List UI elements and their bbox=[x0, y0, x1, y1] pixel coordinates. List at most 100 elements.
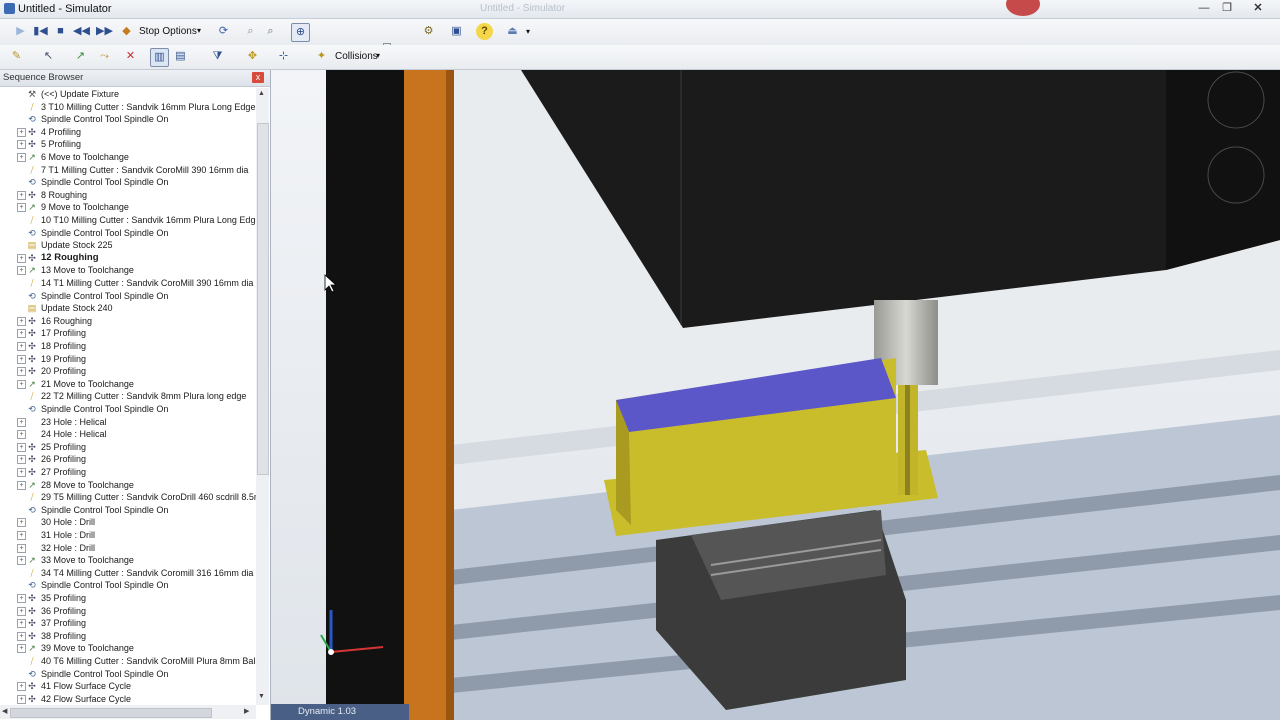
sequence-item[interactable]: ⟲ Spindle Control Tool Spindle On bbox=[0, 579, 256, 592]
sequence-item[interactable]: ⟲ Spindle Control Tool Spindle On bbox=[0, 290, 256, 303]
select-tool-icon[interactable]: ✎ bbox=[8, 48, 25, 65]
sequence-browser-close-button[interactable]: x bbox=[252, 72, 264, 83]
collisions-dropdown[interactable]: Collisions bbox=[335, 51, 378, 62]
help-icon[interactable]: ? bbox=[476, 23, 493, 40]
expand-icon[interactable]: + bbox=[17, 619, 26, 629]
expand-icon[interactable]: + bbox=[17, 253, 26, 263]
sequence-item[interactable]: +24 Hole : Helical bbox=[0, 428, 256, 441]
expand-icon[interactable]: + bbox=[17, 531, 26, 540]
sequence-item[interactable]: ⟲ Spindle Control Tool Spindle On bbox=[0, 668, 256, 681]
save-icon[interactable]: ▣ bbox=[448, 23, 465, 40]
expand-icon[interactable]: + bbox=[17, 606, 26, 616]
sequence-item[interactable]: ⟲ Spindle Control Tool Spindle On bbox=[0, 113, 256, 126]
sequence-item[interactable]: + ↗ 13 Move to Toolchange bbox=[0, 264, 256, 277]
expand-icon[interactable]: + bbox=[17, 367, 26, 377]
scroll-left-icon[interactable]: ◀ bbox=[2, 707, 7, 715]
maximize-button[interactable]: ❐ bbox=[1216, 0, 1238, 17]
expand-icon[interactable]: + bbox=[17, 203, 26, 213]
stop-icon[interactable]: ■ bbox=[52, 23, 69, 40]
settings-gear-icon[interactable]: ⚙ bbox=[420, 23, 437, 40]
expand-icon[interactable]: + bbox=[17, 694, 26, 704]
expand-icon[interactable]: + bbox=[17, 316, 26, 326]
sequence-item[interactable]: + ✣ 37 Profiling bbox=[0, 617, 256, 630]
zoom-window-icon[interactable]: ⌕ bbox=[262, 23, 279, 40]
sequence-item[interactable]: ⚒ (<<) Update Fixture bbox=[0, 88, 256, 101]
simulation-viewport[interactable]: Dynamic 1.03 bbox=[271, 70, 1280, 720]
sequence-item[interactable]: +30 Hole : Drill bbox=[0, 516, 256, 529]
sequence-item[interactable]: + ✣ 4 Profiling bbox=[0, 126, 256, 139]
rewind-icon[interactable]: ◀◀ bbox=[73, 23, 90, 40]
sequence-item[interactable]: ▤ Update Stock 225 bbox=[0, 239, 256, 252]
sequence-item[interactable]: + ✣ 41 Flow Surface Cycle bbox=[0, 680, 256, 693]
sequence-item[interactable]: ⟲ Spindle Control Tool Spindle On bbox=[0, 403, 256, 416]
hscrollbar-thumb[interactable] bbox=[10, 708, 212, 718]
sequence-item[interactable]: + ✣ 20 Profiling bbox=[0, 365, 256, 378]
collisions-icon[interactable]: ✦ bbox=[313, 48, 330, 65]
expand-icon[interactable]: + bbox=[17, 127, 26, 137]
sequence-item[interactable]: + ✣ 36 Profiling bbox=[0, 605, 256, 618]
sequence-item[interactable]: ⧸ 14 T1 Milling Cutter : Sandvik CoroMill… bbox=[0, 277, 256, 290]
zoom-icon[interactable]: ⌕ bbox=[242, 23, 259, 40]
expand-icon[interactable]: + bbox=[17, 266, 26, 276]
sequence-item[interactable]: + ✣ 8 Roughing bbox=[0, 189, 256, 202]
sequence-item[interactable]: + ↗ 39 Move to Toolchange bbox=[0, 642, 256, 655]
expand-icon[interactable]: + bbox=[17, 190, 26, 200]
fit-view-icon[interactable]: ⊕ bbox=[291, 23, 310, 42]
expand-icon[interactable]: + bbox=[17, 354, 26, 364]
expand-icon[interactable]: + bbox=[17, 682, 26, 692]
sequence-item[interactable]: ⧸ 29 T5 Milling Cutter : Sandvik CoroDril… bbox=[0, 491, 256, 504]
expand-icon[interactable]: + bbox=[17, 153, 26, 162]
sequence-item[interactable]: + ↗ 9 Move to Toolchange bbox=[0, 201, 256, 214]
close-button[interactable]: ✕ bbox=[1244, 0, 1272, 17]
fast-forward-icon[interactable]: ▶▶ bbox=[96, 23, 113, 40]
sequence-item[interactable]: +23 Hole : Helical bbox=[0, 416, 256, 429]
expand-icon[interactable]: + bbox=[17, 329, 26, 339]
sequence-item[interactable]: + ✣ 17 Profiling bbox=[0, 327, 256, 340]
expand-icon[interactable]: + bbox=[17, 644, 26, 654]
scrollbar-thumb[interactable] bbox=[257, 123, 269, 475]
sequence-item[interactable]: ⧸ 40 T6 Milling Cutter : Sandvik CoroMill… bbox=[0, 655, 256, 668]
sequence-item[interactable]: + ✣ 35 Profiling bbox=[0, 592, 256, 605]
sequence-item[interactable]: + ✣ 38 Profiling bbox=[0, 630, 256, 643]
sequence-item[interactable]: + ↗ 21 Move to Toolchange bbox=[0, 378, 256, 391]
expand-icon[interactable]: + bbox=[17, 417, 26, 427]
expand-icon[interactable]: + bbox=[17, 442, 26, 452]
refresh-icon[interactable]: ⟳ bbox=[215, 23, 232, 40]
step-path-icon[interactable]: ↗ bbox=[72, 48, 89, 65]
expand-icon[interactable]: + bbox=[17, 379, 26, 389]
eject-icon[interactable]: ⏏ bbox=[504, 23, 521, 40]
sequence-item[interactable]: + ✣ 25 Profiling bbox=[0, 441, 256, 454]
expand-icon[interactable]: + bbox=[17, 631, 26, 641]
expand-icon[interactable]: + bbox=[17, 342, 26, 351]
sequence-item[interactable]: +31 Hole : Drill bbox=[0, 529, 256, 542]
sequence-item[interactable]: +32 Hole : Drill bbox=[0, 542, 256, 555]
eject-chevron-icon[interactable]: ▾ bbox=[526, 27, 530, 36]
expand-icon[interactable]: + bbox=[17, 518, 26, 528]
tree-vertical-scrollbar[interactable]: ▲ ▼ bbox=[256, 88, 269, 705]
expand-icon[interactable]: + bbox=[17, 140, 26, 150]
play-icon[interactable]: ▶ bbox=[12, 23, 29, 40]
expand-icon[interactable]: + bbox=[17, 468, 26, 477]
sequence-item[interactable]: + ✣ 16 Roughing bbox=[0, 315, 256, 328]
expand-icon[interactable]: + bbox=[17, 455, 26, 465]
toolpath-icon[interactable]: ⤳ bbox=[96, 48, 113, 65]
scroll-down-icon[interactable]: ▼ bbox=[258, 693, 265, 700]
minimize-button[interactable]: — bbox=[1193, 0, 1215, 17]
scroll-up-icon[interactable]: ▲ bbox=[258, 90, 265, 97]
stop-options-dropdown[interactable]: Stop Options bbox=[139, 26, 197, 37]
step-back-icon[interactable]: ▮◀ bbox=[32, 23, 49, 40]
step-icon[interactable]: ◆ bbox=[118, 23, 135, 40]
view-mode-icon[interactable]: ▥ bbox=[150, 48, 169, 67]
sequence-item[interactable]: + ✣ 27 Profiling bbox=[0, 466, 256, 479]
sequence-item[interactable]: + ✣ 19 Profiling bbox=[0, 353, 256, 366]
sequence-item[interactable]: + ✣ 12 Roughing bbox=[0, 252, 256, 265]
sequence-item[interactable]: + ✣ 26 Profiling bbox=[0, 453, 256, 466]
axes-icon[interactable]: ⊹ bbox=[275, 48, 292, 65]
clear-icon[interactable]: ✕ bbox=[122, 48, 139, 65]
sequence-item[interactable]: ⧸ 3 T10 Milling Cutter : Sandvik 16mm Plu… bbox=[0, 101, 256, 114]
scroll-right-icon[interactable]: ▶ bbox=[244, 707, 249, 715]
pointer-tool-icon[interactable]: ↖ bbox=[40, 48, 57, 65]
filter-icon[interactable]: ⧩ bbox=[209, 48, 226, 65]
sequence-item[interactable]: ⧸ 10 T10 Milling Cutter : Sandvik 16mm Pl… bbox=[0, 214, 256, 227]
sequence-item[interactable]: ⧸ 34 T4 Milling Cutter : Sandvik Coromill… bbox=[0, 567, 256, 580]
